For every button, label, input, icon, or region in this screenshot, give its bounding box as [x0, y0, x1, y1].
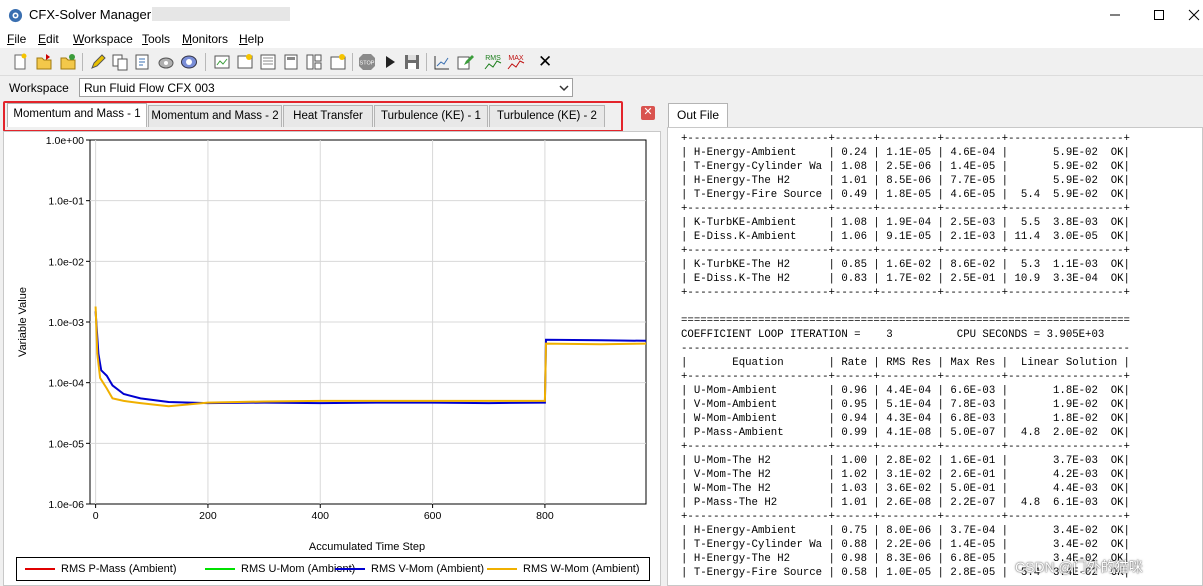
out-file-panel: Out File +----------------------+------+… — [667, 101, 1203, 586]
out-file-content: +----------------------+------+---------… — [681, 133, 1130, 579]
menu-file[interactable]: File — [7, 32, 26, 46]
x-tick-label: 800 — [536, 510, 554, 522]
y-tick-label: 1.0e-06 — [48, 499, 84, 511]
workspace-icon[interactable] — [281, 52, 301, 72]
x-axis-label: Accumulated Time Step — [309, 541, 425, 552]
close-window-button[interactable] — [1180, 4, 1203, 26]
legend-v-mom: RMS V-Mom (Ambient) — [371, 563, 485, 575]
workspace-select[interactable]: Run Fluid Flow CFX 003 — [79, 78, 573, 97]
edit-icon[interactable] — [88, 52, 108, 72]
y-tick-label: 1.0e-04 — [48, 378, 84, 390]
y-tick-label: 1.0e-02 — [48, 256, 84, 268]
app-icon — [8, 8, 23, 23]
layout-icon[interactable] — [258, 52, 278, 72]
toolbar-separator — [205, 53, 206, 71]
legend-p-mass: RMS P-Mass (Ambient) — [61, 563, 177, 575]
monitor-panel: Momentum and Mass - 1 Momentum and Mass … — [3, 101, 661, 586]
chart-legend: RMS P-Mass (Ambient) RMS U-Mom (Ambient)… — [16, 557, 650, 581]
residual-chart-svg: 1.0e+00 1.0e-01 1.0e-02 1.0e-03 1.0e-04 1.0e-… — [17, 135, 647, 552]
tab-turbulence-ke-1[interactable]: Turbulence (KE) - 1 — [374, 105, 488, 127]
monitor-edit-icon[interactable] — [432, 52, 452, 72]
display-icon[interactable] — [179, 52, 199, 72]
tab-out-file[interactable]: Out File — [668, 103, 728, 127]
out-file-text-area[interactable]: +----------------------+------+---------… — [667, 127, 1203, 586]
open-results-icon[interactable] — [58, 52, 78, 72]
workspace-row: Workspace Run Fluid Flow CFX 003 — [0, 77, 1203, 99]
y-tick-label: 1.0e-03 — [48, 317, 84, 329]
menu-bar: File Edit Workspace Tools Monitors Help — [0, 30, 1203, 48]
menu-monitors[interactable]: Monitors — [182, 32, 228, 46]
menu-tools[interactable]: Tools — [142, 32, 170, 46]
tile-icon[interactable] — [304, 52, 324, 72]
legend-w-mom: RMS W-Mom (Ambient) — [523, 563, 640, 575]
tab-momentum-and-mass-1[interactable]: Momentum and Mass - 1 — [7, 103, 147, 127]
y-tick-label: 1.0e+00 — [46, 135, 84, 147]
play-icon[interactable] — [380, 52, 400, 72]
tab-icon[interactable] — [328, 52, 348, 72]
toolbar-separator — [352, 53, 353, 71]
arrange-icon[interactable] — [235, 52, 255, 72]
open-icon[interactable] — [34, 52, 54, 72]
close-panel-icon[interactable]: ✕ — [641, 106, 655, 120]
watermark: CSDN @门外的猫咪 — [1015, 559, 1143, 575]
svg-text:STOP: STOP — [360, 61, 375, 67]
view-icon[interactable] — [212, 52, 232, 72]
monitor-tabs: Momentum and Mass - 1 Momentum and Mass … — [3, 101, 661, 132]
maximize-button[interactable] — [1145, 4, 1173, 26]
copy-icon[interactable] — [110, 52, 130, 72]
y-axis-label: Variable Value — [17, 287, 29, 357]
window-title: CFX-Solver Manager — [29, 7, 152, 22]
tab-heat-transfer[interactable]: Heat Transfer — [283, 105, 373, 127]
stop-icon[interactable]: STOP — [357, 52, 377, 72]
tab-turbulence-ke-2[interactable]: Turbulence (KE) - 2 — [489, 105, 605, 127]
rms-icon[interactable]: RMS — [483, 52, 503, 72]
legend-swatch-p-mass — [25, 568, 55, 570]
title-bar: CFX-Solver Manager — [0, 0, 1203, 30]
menu-edit[interactable]: Edit — [38, 32, 59, 46]
legend-swatch-w-mom — [487, 568, 517, 570]
x-tick-label: 600 — [424, 510, 442, 522]
y-tick-label: 1.0e-01 — [48, 196, 84, 208]
define-run-icon[interactable] — [133, 52, 153, 72]
monitor-pencil-icon[interactable] — [455, 52, 475, 72]
toolbar-separator — [426, 53, 427, 71]
x-tick-label: 0 — [93, 510, 99, 522]
workspace-label: Workspace — [9, 81, 69, 95]
monitor-run-icon[interactable] — [156, 52, 176, 72]
x-tick-label: 200 — [199, 510, 217, 522]
legend-swatch-v-mom — [335, 568, 365, 570]
tab-momentum-and-mass-2[interactable]: Momentum and Mass - 2 — [148, 105, 282, 127]
toolbar-separator — [82, 53, 83, 71]
workspace-select-value: Run Fluid Flow CFX 003 — [84, 81, 215, 95]
minimize-button[interactable] — [1101, 4, 1129, 26]
residual-chart: 1.0e+00 1.0e-01 1.0e-02 1.0e-03 1.0e-04 1.0e-… — [3, 131, 661, 586]
close-icon[interactable]: ✕ — [538, 52, 558, 72]
max-icon[interactable]: MAX — [506, 52, 526, 72]
svg-text:RMS: RMS — [485, 55, 501, 62]
legend-swatch-u-mom — [205, 568, 235, 570]
toolbar: STOP RMS MAX ✕ — [0, 48, 1203, 76]
blurred-title-region — [152, 7, 290, 21]
y-tick-label: 1.0e-05 — [48, 438, 84, 450]
new-icon[interactable] — [10, 52, 30, 72]
save-icon[interactable] — [402, 52, 422, 72]
svg-text:MAX: MAX — [508, 55, 524, 62]
menu-workspace[interactable]: Workspace — [73, 32, 133, 46]
chevron-down-icon — [559, 85, 569, 92]
x-tick-label: 400 — [311, 510, 329, 522]
menu-help[interactable]: Help — [239, 32, 264, 46]
